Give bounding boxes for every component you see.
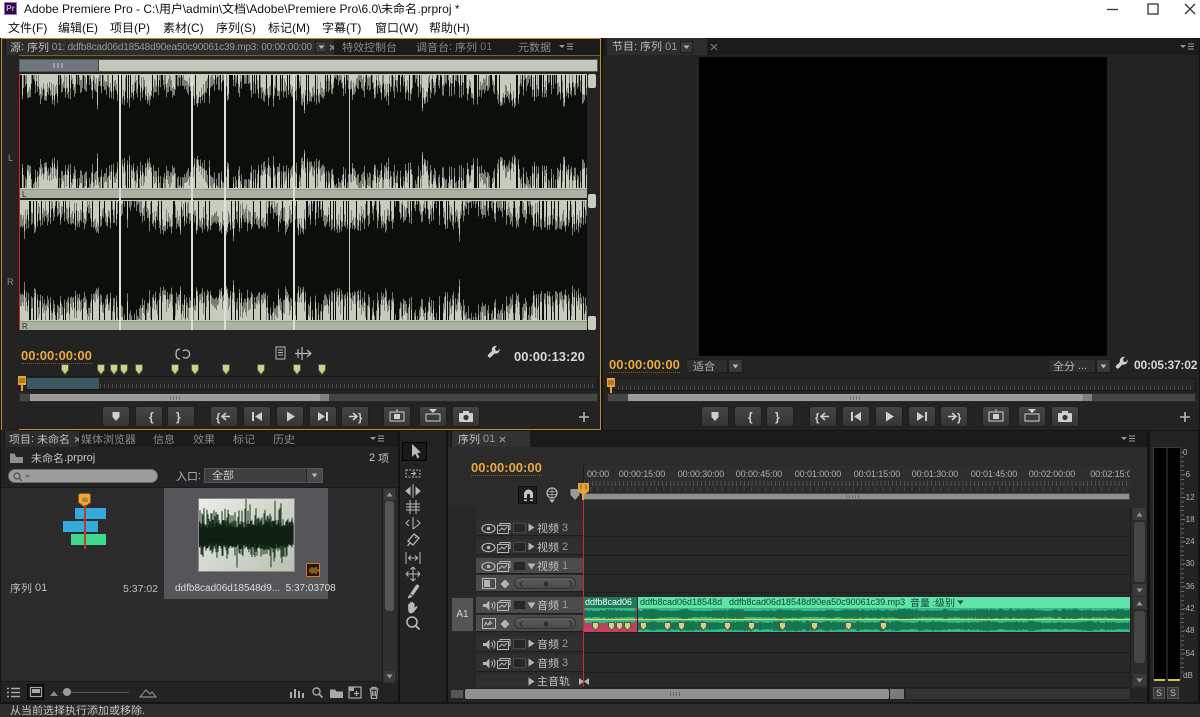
svg-text:}: } [775, 410, 780, 424]
svg-text:}: } [358, 412, 363, 424]
svg-text:{: { [815, 412, 820, 424]
svg-text:{: { [149, 410, 154, 424]
svg-text:{: { [748, 410, 753, 424]
svg-text:}: } [957, 412, 962, 424]
svg-text:}: } [176, 410, 181, 424]
svg-text:{: { [216, 412, 221, 424]
